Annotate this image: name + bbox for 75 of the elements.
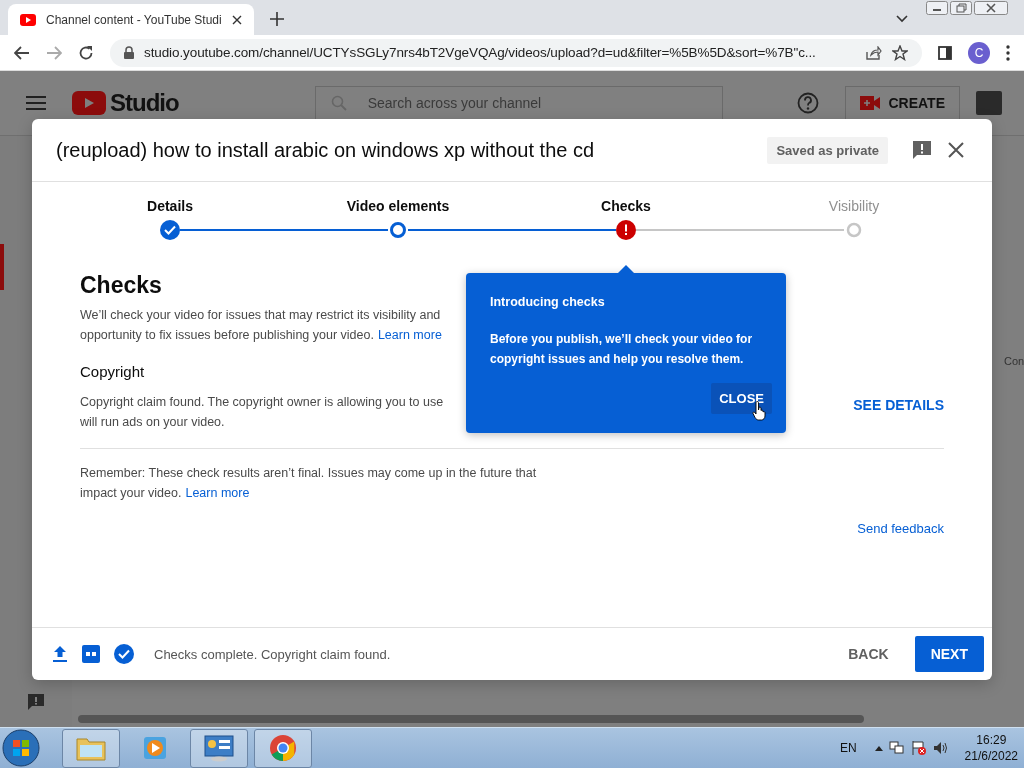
feedback-icon[interactable] — [912, 140, 932, 160]
see-details-link[interactable]: SEE DETAILS — [853, 397, 944, 413]
close-icon[interactable] — [948, 142, 964, 158]
tooltip-text: Before you publish, we’ll check your video for copyright issues and help you resolve them. — [490, 331, 754, 368]
copyright-text: Copyright claim found. The copyright owner is allowing you to use will run ads on your video. — [80, 394, 444, 431]
help-icon[interactable] — [797, 92, 820, 114]
language-indicator[interactable]: EN — [839, 741, 857, 755]
plus-icon[interactable] — [270, 12, 284, 26]
search-field[interactable]: Search across your channel — [314, 86, 723, 120]
step-tab[interactable]: Visibility — [828, 198, 880, 214]
reload-icon[interactable] — [78, 44, 94, 61]
step-check-icon[interactable] — [160, 220, 180, 240]
star-icon[interactable] — [892, 44, 908, 61]
search-icon — [330, 95, 347, 111]
next-button[interactable]: NEXT — [914, 636, 984, 672]
column-text: Con — [1004, 354, 1024, 367]
back-arrow-icon[interactable] — [14, 45, 30, 60]
play-logo-icon — [72, 91, 106, 115]
chevron-down-icon[interactable] — [896, 15, 908, 23]
camera-plus-icon — [860, 96, 881, 110]
back-button[interactable]: BACK — [836, 636, 901, 672]
step-circle-icon[interactable] — [390, 222, 406, 238]
reminder-text: Remember: These check results aren’t final. Issues may come up in the future that impact your video. Learn more — [80, 465, 537, 502]
close-button[interactable]: CLOSE — [711, 383, 772, 414]
step-tab[interactable]: Checks — [601, 198, 651, 214]
menu-icon[interactable] — [26, 96, 46, 110]
intro-text: We’ll check your video for issues that may restrict its visibility and opportunity to fix issues before publishing your video. Learn more — [80, 307, 442, 344]
create-button[interactable]: CREATE — [845, 86, 960, 120]
clock[interactable]: 16:29 21/6/2022 — [964, 732, 1018, 764]
start-button-icon[interactable] — [2, 729, 40, 767]
studio-logo-text[interactable]: Studio — [110, 89, 179, 117]
step-warning-icon[interactable] — [616, 220, 636, 240]
learn-more-link[interactable]: Learn more — [185, 486, 250, 500]
active-indicator — [0, 244, 4, 290]
profile-avatar[interactable]: C — [968, 41, 990, 64]
taskbar-app[interactable] — [62, 728, 120, 768]
network-icon[interactable] — [888, 741, 905, 755]
side-panel-icon[interactable] — [938, 45, 952, 60]
flag-warning-icon[interactable] — [910, 740, 927, 756]
browser-tab[interactable]: Channel content - YouTube Studi — [8, 4, 254, 35]
copyright-heading: Copyright — [80, 363, 146, 380]
check-circle-icon — [114, 644, 134, 664]
play-logo-icon — [20, 13, 36, 26]
feedback-icon[interactable] — [27, 693, 45, 711]
lock-icon — [124, 46, 134, 59]
control-panel-icon — [203, 734, 235, 762]
tooltip-title: Introducing checks — [490, 295, 606, 309]
speaker-icon[interactable] — [932, 741, 949, 755]
save-status-badge: Saved as private — [767, 136, 888, 164]
taskbar-app[interactable] — [254, 728, 312, 768]
restore-icon[interactable] — [950, 1, 972, 15]
sd-badge-icon — [82, 645, 100, 663]
taskbar-app[interactable] — [190, 728, 248, 768]
step-tab[interactable]: Video elements — [346, 198, 450, 214]
learn-more-link[interactable]: Learn more — [377, 328, 442, 342]
window-buttons[interactable] — [926, 1, 1008, 15]
minimize-icon[interactable] — [926, 1, 948, 15]
upload-icon — [52, 645, 68, 663]
browser-logo-icon — [269, 734, 297, 762]
share-icon[interactable] — [866, 45, 882, 60]
status-text: Checks complete. Copyright claim found. — [154, 646, 391, 662]
section-heading: Checks — [80, 272, 163, 299]
close-icon[interactable] — [232, 14, 242, 25]
scrollbar[interactable] — [78, 715, 864, 723]
media-player-icon — [141, 734, 169, 762]
step-tab[interactable]: Details — [147, 198, 193, 214]
dialog-title: (reupload) how to install arabic on windows xp without the cd — [56, 138, 596, 162]
hand-cursor-icon — [752, 401, 766, 421]
send-feedback-link[interactable]: Send feedback — [857, 521, 944, 536]
address-field[interactable]: studio.youtube.com/channel/UCTYsSGLy7nrs4bT2VgeVQAg/videos/upload?d=ud&filter=%5B%5D&sort=%7B"c... — [110, 38, 922, 67]
caret-up-icon[interactable] — [874, 745, 883, 751]
close-icon[interactable] — [974, 1, 1008, 15]
tab-title: Channel content - YouTube Studi — [46, 12, 222, 27]
menu-dots-icon[interactable] — [1006, 44, 1010, 61]
folder-icon — [76, 735, 106, 761]
